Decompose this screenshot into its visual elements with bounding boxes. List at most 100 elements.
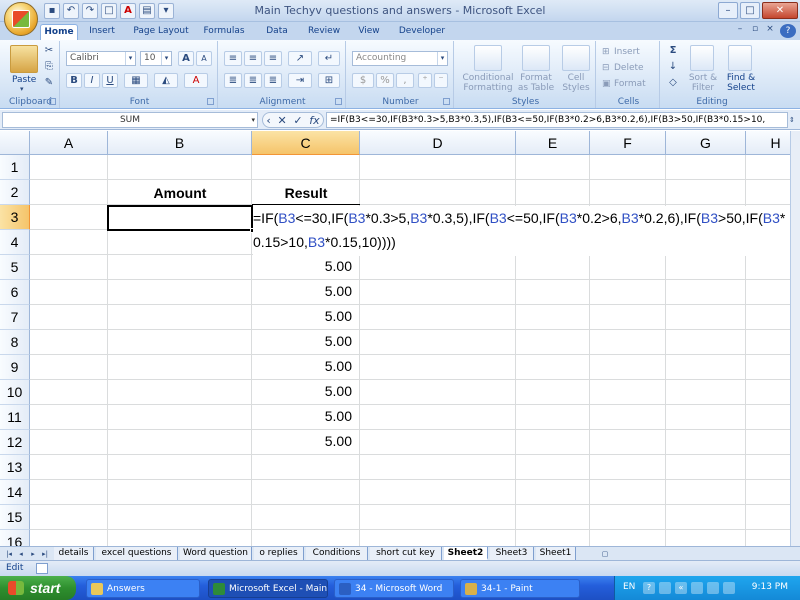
font-color-button[interactable]: A (184, 73, 208, 88)
taskbar-excel[interactable]: Microsoft Excel - Main... (208, 579, 328, 598)
merge-center-icon[interactable]: ⊞ (318, 73, 340, 88)
volume-icon[interactable] (707, 582, 719, 594)
row-header-11[interactable]: 11 (0, 405, 30, 430)
row-header-13[interactable]: 13 (0, 455, 30, 480)
row-header-1[interactable]: 1 (0, 155, 30, 180)
increase-decimal-icon[interactable]: ⁺ (418, 73, 432, 88)
fill-icon[interactable]: ↓ (666, 61, 680, 73)
copy-icon[interactable]: ⎘ (42, 61, 56, 73)
borders-button[interactable]: ▦ (124, 73, 148, 88)
sheet-tab-sheet2[interactable]: Sheet2 (444, 547, 488, 560)
format-painter-icon[interactable]: ✎ (42, 77, 56, 89)
row-header-12[interactable]: 12 (0, 430, 30, 455)
fill-color-button[interactable]: ◭ (154, 73, 178, 88)
row-header-15[interactable]: 15 (0, 505, 30, 530)
row-header-4[interactable]: 4 (0, 230, 30, 255)
indent-icon[interactable]: ⇥ (288, 73, 312, 88)
row-header-3[interactable]: 3 (0, 205, 30, 230)
column-header-H[interactable]: H (746, 131, 790, 155)
select-all-corner[interactable] (0, 131, 30, 155)
sheet-tab-short-cut-key[interactable]: short cut key (370, 547, 442, 560)
number-format-select[interactable]: Accounting ▾ (352, 51, 448, 66)
column-header-F[interactable]: F (590, 131, 666, 155)
decrease-decimal-icon[interactable]: ⁻ (434, 73, 448, 88)
alignment-launcher-icon[interactable] (335, 98, 342, 105)
chevron-icon[interactable]: « (675, 582, 687, 594)
format-cells-button[interactable]: Format (614, 79, 646, 89)
format-as-table-button[interactable]: Format as Table (516, 73, 556, 93)
ribbon-close-icon[interactable]: × (764, 23, 776, 35)
help-icon[interactable]: ? (780, 24, 796, 38)
italic-button[interactable]: I (84, 73, 100, 88)
paste-icon[interactable] (10, 45, 38, 73)
cell-C11[interactable]: 5.00 (252, 408, 352, 424)
conditional-formatting-button[interactable]: Conditional Formatting (460, 73, 516, 93)
underline-button[interactable]: U (102, 73, 118, 88)
align-left-icon[interactable]: ≣ (224, 73, 242, 88)
active-cell-B3[interactable] (107, 205, 255, 233)
column-header-G[interactable]: G (666, 131, 746, 155)
sheet-tab-sheet3[interactable]: Sheet3 (490, 547, 534, 560)
find-select-button[interactable]: Find & Select (722, 73, 760, 93)
cell-styles-button[interactable]: Cell Styles (558, 73, 594, 93)
align-middle-icon[interactable]: ≡ (244, 51, 262, 66)
office-button[interactable] (4, 2, 38, 36)
tab-home[interactable]: Home (40, 24, 78, 40)
cell-C9[interactable]: 5.00 (252, 358, 352, 374)
last-sheet-icon[interactable]: ▸| (40, 548, 50, 560)
ribbon-restore-icon[interactable]: ▫ (749, 23, 761, 35)
sheet-tab-excel-questions[interactable]: excel questions (96, 547, 178, 560)
cell-C6[interactable]: 5.00 (252, 283, 352, 299)
sort-filter-button[interactable]: Sort & Filter (684, 73, 722, 93)
tab-developer[interactable]: Developer (396, 24, 448, 40)
shrink-font-button[interactable]: A (196, 51, 212, 66)
tab-view[interactable]: View (352, 24, 386, 40)
column-header-D[interactable]: D (360, 131, 516, 155)
tab-review[interactable]: Review (304, 24, 344, 40)
autosum-icon[interactable]: Σ (666, 45, 680, 57)
tab-formulas[interactable]: Formulas (200, 24, 248, 40)
sheet-tab-conditions[interactable]: Conditions (306, 547, 368, 560)
paste-button[interactable]: Paste (12, 75, 36, 85)
insert-sheet-icon[interactable]: ▢ (600, 548, 610, 560)
shield-icon[interactable] (659, 582, 671, 594)
align-right-icon[interactable]: ≣ (264, 73, 282, 88)
close-icon[interactable]: ✕ (762, 2, 798, 19)
row-header-10[interactable]: 10 (0, 380, 30, 405)
messenger-icon[interactable] (723, 582, 735, 594)
taskbar-word[interactable]: 34 - Microsoft Word (334, 579, 454, 598)
currency-icon[interactable]: $ (352, 73, 374, 88)
cell-C10[interactable]: 5.00 (252, 383, 352, 399)
bold-button[interactable]: B (66, 73, 82, 88)
delete-cells-button[interactable]: Delete (614, 63, 644, 73)
name-box[interactable]: SUM ▾ (2, 112, 258, 128)
chevron-down-icon[interactable]: ▾ (251, 113, 255, 127)
in-cell-editor[interactable]: =IF(B3<=30,IF(B3*0.3>5,B3*0.3,5),IF(B3<=… (253, 206, 790, 256)
tab-insert[interactable]: Insert (84, 24, 120, 40)
worksheet-grid[interactable]: ABCDEFGH 1 2 3 4 5 6 7 8 9 10 11 12 13 14 15 16 Amount … (0, 131, 790, 546)
orientation-icon[interactable]: ↗ (288, 51, 312, 66)
row-header-2[interactable]: 2 (0, 180, 30, 205)
cell-C5[interactable]: 5.00 (252, 258, 352, 274)
row-header-7[interactable]: 7 (0, 305, 30, 330)
ribbon-minimize-icon[interactable]: – (734, 23, 746, 35)
tab-data[interactable]: Data (262, 24, 292, 40)
grow-font-button[interactable]: A (178, 51, 194, 66)
paste-dropdown-icon[interactable]: ▾ (20, 85, 24, 93)
tab-page-layout[interactable]: Page Layout (130, 24, 192, 40)
cell-C2[interactable]: Result (252, 185, 360, 201)
comma-icon[interactable]: , (396, 73, 414, 88)
column-header-C[interactable]: C (252, 131, 360, 155)
row-header-6[interactable]: 6 (0, 280, 30, 305)
sort-filter-icon[interactable] (690, 45, 714, 71)
font-family-select[interactable]: Calibri ▾ (66, 51, 136, 66)
cut-icon[interactable]: ✂ (42, 45, 56, 57)
row-header-5[interactable]: 5 (0, 255, 30, 280)
taskbar-answers[interactable]: Answers (86, 579, 200, 598)
cell-C8[interactable]: 5.00 (252, 333, 352, 349)
find-select-icon[interactable] (728, 45, 752, 71)
prev-sheet-icon[interactable]: ◂ (16, 548, 26, 560)
clipboard-launcher-icon[interactable] (49, 98, 56, 105)
first-sheet-icon[interactable]: |◂ (4, 548, 14, 560)
cell-C7[interactable]: 5.00 (252, 308, 352, 324)
